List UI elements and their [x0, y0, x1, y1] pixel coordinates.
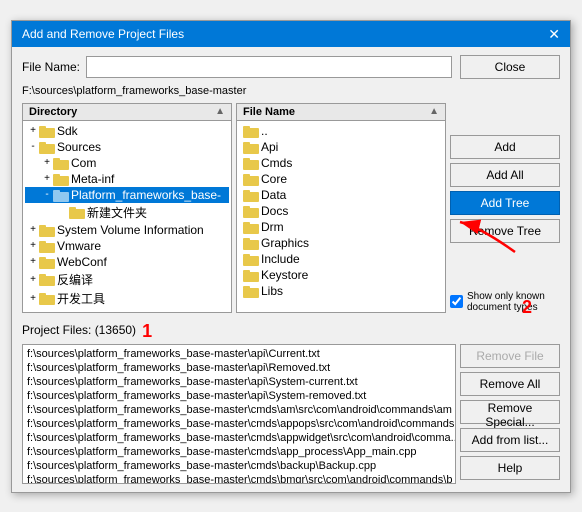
- add-button[interactable]: Add: [450, 135, 560, 159]
- folder-icon-platform: [53, 188, 69, 202]
- folder-icon-docs: [243, 204, 259, 218]
- add-from-list-button[interactable]: Add from list...: [460, 428, 560, 452]
- show-only-row: Show only known document types: [450, 291, 560, 313]
- file-item-up[interactable]: ..: [239, 123, 443, 139]
- tree-item-meta-inf[interactable]: + Meta-inf: [25, 171, 229, 187]
- folder-icon-newdir: [69, 205, 85, 219]
- tree-item-com[interactable]: + Com: [25, 155, 229, 171]
- annotation-2: 2: [522, 297, 532, 318]
- directory-scroll[interactable]: + Sdk - Sources + Com: [23, 121, 231, 312]
- folder-icon-meta-inf: [53, 172, 69, 186]
- file-name-input[interactable]: [86, 56, 452, 78]
- annotation-arrows: 2: [450, 247, 560, 281]
- project-files-section: Project Files: (13650) 1 f:\sources\plat…: [22, 321, 560, 484]
- project-file-item[interactable]: f:\sources\platform_frameworks_base-mast…: [25, 347, 453, 361]
- project-file-item[interactable]: f:\sources\platform_frameworks_base-mast…: [25, 445, 453, 459]
- annotation-1: 1: [142, 321, 152, 342]
- tree-item-devtools[interactable]: + 开发工具: [25, 289, 229, 308]
- toggle-sources[interactable]: -: [27, 141, 39, 152]
- title-bar: Add and Remove Project Files ✕: [12, 21, 570, 47]
- filename-panel-header: File Name ▲: [237, 104, 445, 121]
- folder-icon-data: [243, 188, 259, 202]
- remove-file-button[interactable]: Remove File: [460, 344, 560, 368]
- folder-icon-api: [243, 140, 259, 154]
- folder-icon-devtools: [39, 291, 55, 305]
- folder-icon-up: [243, 124, 259, 138]
- folder-icon-decompile: [39, 272, 55, 286]
- file-item-api[interactable]: Api: [239, 139, 443, 155]
- project-files-header-row: Project Files: (13650) 1: [22, 321, 560, 342]
- folder-icon-cmds: [243, 156, 259, 170]
- project-file-item[interactable]: f:\sources\platform_frameworks_base-mast…: [25, 473, 453, 484]
- remove-all-button[interactable]: Remove All: [460, 372, 560, 396]
- project-file-item[interactable]: f:\sources\platform_frameworks_base-mast…: [25, 459, 453, 473]
- folder-icon-keystore: [243, 268, 259, 282]
- add-all-button[interactable]: Add All: [450, 163, 560, 187]
- panels-area: Directory ▲ + Sdk - Sources: [22, 103, 560, 313]
- project-file-item[interactable]: f:\sources\platform_frameworks_base-mast…: [25, 431, 453, 445]
- show-only-label: Show only known document types: [467, 291, 560, 313]
- project-files-list[interactable]: f:\sources\platform_frameworks_base-mast…: [22, 344, 456, 484]
- directory-panel-header: Directory ▲: [23, 104, 231, 121]
- tree-item-platform[interactable]: - Platform_frameworks_base-: [25, 187, 229, 203]
- folder-icon-graphics: [243, 236, 259, 250]
- dialog: Add and Remove Project Files ✕ File Name…: [11, 20, 571, 493]
- folder-icon-include: [243, 252, 259, 266]
- remove-special-button[interactable]: Remove Special...: [460, 400, 560, 424]
- arrow-svg-2: [440, 197, 540, 257]
- file-name-label: File Name:: [22, 60, 80, 74]
- bottom-buttons-col: Remove File Remove All Remove Special...…: [460, 344, 560, 484]
- project-file-item[interactable]: f:\sources\platform_frameworks_base-mast…: [25, 403, 453, 417]
- folder-icon-drm: [243, 220, 259, 234]
- dir-scroll-indicator: ▲: [215, 106, 225, 117]
- tree-item-sources[interactable]: - Sources: [25, 139, 229, 155]
- file-item-libs[interactable]: Libs: [239, 283, 443, 299]
- checkbox-area: Show only known document types: [450, 289, 560, 313]
- tree-item-newdir[interactable]: 新建文件夹: [25, 203, 229, 222]
- folder-icon-libs: [243, 284, 259, 298]
- dialog-title: Add and Remove Project Files: [22, 27, 184, 41]
- file-name-row: File Name: Close: [22, 55, 560, 79]
- filename-scroll[interactable]: .. Api Cmds Core: [237, 121, 445, 312]
- file-item-graphics[interactable]: Graphics: [239, 235, 443, 251]
- folder-icon-sdk: [39, 124, 55, 138]
- dialog-content: File Name: Close F:\sources\platform_fra…: [12, 47, 570, 492]
- close-button[interactable]: Close: [460, 55, 560, 79]
- file-item-drm[interactable]: Drm: [239, 219, 443, 235]
- file-item-docs[interactable]: Docs: [239, 203, 443, 219]
- close-x-button[interactable]: ✕: [548, 27, 560, 41]
- file-item-cmds[interactable]: Cmds: [239, 155, 443, 171]
- folder-icon-sysvolinfo: [39, 223, 55, 237]
- project-file-item[interactable]: f:\sources\platform_frameworks_base-mast…: [25, 375, 453, 389]
- project-file-item[interactable]: f:\sources\platform_frameworks_base-mast…: [25, 417, 453, 431]
- tree-item-vmware[interactable]: + Vmware: [25, 238, 229, 254]
- file-item-core[interactable]: Core: [239, 171, 443, 187]
- folder-icon-vmware: [39, 239, 55, 253]
- show-only-checkbox[interactable]: [450, 295, 463, 308]
- tree-item-sdk[interactable]: + Sdk: [25, 123, 229, 139]
- path-label: F:\sources\platform_frameworks_base-mast…: [22, 85, 560, 97]
- directory-panel: Directory ▲ + Sdk - Sources: [22, 103, 232, 313]
- right-buttons-area: Add Add All Add Tree Remove Tree: [450, 103, 560, 313]
- tree-item-decompile[interactable]: + 反编译: [25, 270, 229, 289]
- folder-icon-sources: [39, 140, 55, 154]
- file-item-data[interactable]: Data: [239, 187, 443, 203]
- project-files-header: Project Files: (13650): [22, 323, 136, 337]
- file-item-keystore[interactable]: Keystore: [239, 267, 443, 283]
- folder-icon-webconf: [39, 255, 55, 269]
- tree-item-webconf[interactable]: + WebConf: [25, 254, 229, 270]
- file-item-include[interactable]: Include: [239, 251, 443, 267]
- bottom-row: f:\sources\platform_frameworks_base-mast…: [22, 344, 560, 484]
- file-scroll-indicator: ▲: [429, 106, 439, 117]
- project-file-item[interactable]: f:\sources\platform_frameworks_base-mast…: [25, 361, 453, 375]
- project-file-item[interactable]: f:\sources\platform_frameworks_base-mast…: [25, 389, 453, 403]
- filename-panel: File Name ▲ .. Api Cmds: [236, 103, 446, 313]
- folder-icon-core: [243, 172, 259, 186]
- toggle-sdk[interactable]: +: [27, 125, 39, 136]
- tree-item-sysvolinfo[interactable]: + System Volume Information: [25, 222, 229, 238]
- folder-icon-com: [53, 156, 69, 170]
- help-button[interactable]: Help: [460, 456, 560, 480]
